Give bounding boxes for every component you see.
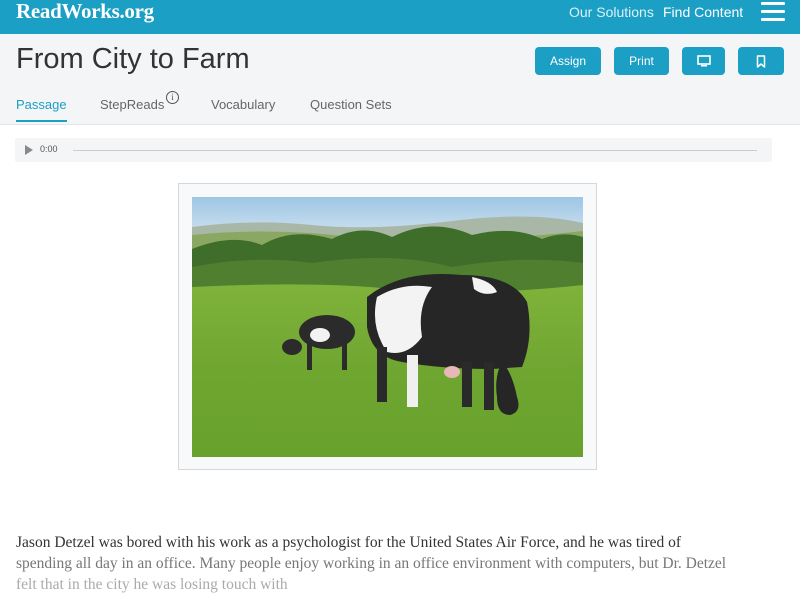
assign-button[interactable]: Assign [535, 47, 601, 75]
present-icon [696, 55, 711, 67]
bookmark-icon [756, 54, 766, 68]
nav-find-content[interactable]: Find Content [663, 4, 743, 20]
top-nav-bar: ReadWorks.org Our Solutions Find Content [0, 0, 800, 34]
print-button[interactable]: Print [614, 47, 669, 75]
page-header: From City to Farm Assign Print Passage S… [0, 34, 800, 125]
audio-player: 0:00 [15, 138, 772, 162]
audio-time: 0:00 [40, 144, 58, 154]
play-icon[interactable] [25, 145, 33, 155]
tab-passage[interactable]: Passage [16, 97, 67, 122]
menu-icon[interactable] [761, 2, 785, 22]
passage-line: felt that in the city he was losing touc… [16, 576, 288, 593]
tab-question-sets[interactable]: Question Sets [310, 97, 392, 112]
passage-image-frame [178, 183, 597, 470]
bookmark-button[interactable] [738, 47, 784, 75]
passage-text: Jason Detzel was bored with his work as … [16, 532, 786, 595]
readworks-logo[interactable]: ReadWorks.org [16, 0, 154, 24]
cows-grazing-photo [192, 197, 583, 457]
audio-progress-track[interactable] [73, 150, 757, 151]
nav-our-solutions[interactable]: Our Solutions [569, 4, 654, 20]
passage-line: Jason Detzel was bored with his work as … [16, 534, 682, 551]
tab-vocabulary[interactable]: Vocabulary [211, 97, 275, 112]
tab-stepreads[interactable]: StepReads [100, 97, 164, 112]
info-icon[interactable]: i [166, 91, 179, 104]
page-title: From City to Farm [16, 43, 250, 75]
present-button[interactable] [682, 47, 725, 75]
passage-line: spending all day in an office. Many peop… [16, 555, 727, 572]
